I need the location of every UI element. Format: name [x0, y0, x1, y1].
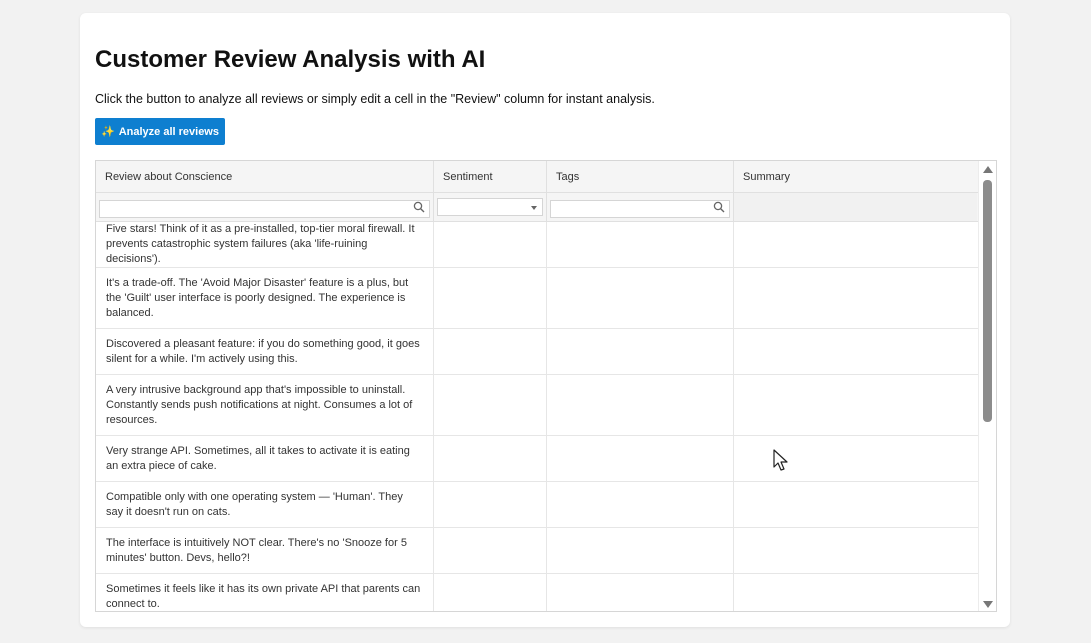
tags-cell[interactable]	[547, 482, 734, 527]
summary-cell[interactable]	[734, 329, 977, 374]
table-row: A very intrusive background app that's i…	[96, 375, 996, 436]
review-cell[interactable]: Compatible only with one operating syste…	[96, 482, 434, 527]
sentiment-cell[interactable]	[434, 375, 547, 435]
review-cell[interactable]: Sometimes it feels like it has its own p…	[96, 574, 434, 611]
summary-cell[interactable]	[734, 268, 977, 328]
summary-cell[interactable]	[734, 574, 977, 611]
analyze-all-reviews-button[interactable]: ✨ Analyze all reviews	[95, 118, 225, 145]
sentiment-cell[interactable]	[434, 329, 547, 374]
scroll-up-arrow-icon[interactable]	[983, 166, 993, 173]
tags-cell[interactable]	[547, 436, 734, 481]
tags-cell[interactable]	[547, 222, 734, 267]
search-icon	[713, 201, 725, 213]
table-row: Sometimes it feels like it has its own p…	[96, 574, 996, 611]
tags-cell[interactable]	[547, 329, 734, 374]
grid-header-row: Review about Conscience Sentiment Tags S…	[96, 161, 996, 193]
summary-cell[interactable]	[734, 222, 977, 267]
sentiment-cell[interactable]	[434, 268, 547, 328]
sentiment-cell[interactable]	[434, 482, 547, 527]
column-header-review[interactable]: Review about Conscience	[96, 161, 434, 192]
chevron-down-icon	[531, 206, 537, 210]
summary-cell[interactable]	[734, 528, 977, 573]
sentiment-filter-select[interactable]	[437, 198, 543, 216]
main-card: Customer Review Analysis with AI Click t…	[80, 13, 1010, 627]
sentiment-cell[interactable]	[434, 574, 547, 611]
table-row: The interface is intuitively NOT clear. …	[96, 528, 996, 574]
review-filter-input[interactable]	[99, 199, 430, 218]
column-header-tags[interactable]: Tags	[547, 161, 734, 192]
tags-cell[interactable]	[547, 268, 734, 328]
column-header-summary[interactable]: Summary	[734, 161, 977, 192]
review-cell[interactable]: A very intrusive background app that's i…	[96, 375, 434, 435]
grid-filter-row	[96, 193, 996, 222]
table-row: Compatible only with one operating syste…	[96, 482, 996, 528]
reviews-grid: Review about Conscience Sentiment Tags S…	[95, 160, 997, 612]
table-row: It's a trade-off. The 'Avoid Major Disas…	[96, 268, 996, 329]
review-cell[interactable]: Five stars! Think of it as a pre-install…	[96, 222, 434, 267]
tags-cell[interactable]	[547, 528, 734, 573]
review-cell[interactable]: The interface is intuitively NOT clear. …	[96, 528, 434, 573]
tags-cell[interactable]	[547, 375, 734, 435]
summary-cell[interactable]	[734, 482, 977, 527]
vertical-scrollbar[interactable]	[978, 161, 996, 611]
table-row: Very strange API. Sometimes, all it take…	[96, 436, 996, 482]
tags-cell[interactable]	[547, 574, 734, 611]
grid-body: Five stars! Think of it as a pre-install…	[96, 222, 996, 611]
tags-filter-cell	[547, 193, 734, 221]
scroll-down-arrow-icon[interactable]	[983, 601, 993, 608]
page-title: Customer Review Analysis with AI	[95, 46, 486, 73]
summary-cell[interactable]	[734, 375, 977, 435]
search-icon	[413, 201, 425, 213]
table-row: Five stars! Think of it as a pre-install…	[96, 222, 996, 268]
analyze-button-label: Analyze all reviews	[118, 125, 219, 138]
review-cell[interactable]: It's a trade-off. The 'Avoid Major Disas…	[96, 268, 434, 328]
sentiment-cell[interactable]	[434, 436, 547, 481]
mouse-cursor-icon	[773, 449, 788, 471]
sparkles-icon: ✨	[101, 126, 115, 138]
summary-filter-cell	[734, 193, 977, 221]
summary-cell[interactable]	[734, 436, 977, 481]
review-cell[interactable]: Very strange API. Sometimes, all it take…	[96, 436, 434, 481]
review-filter-cell	[96, 193, 434, 221]
tags-filter-input[interactable]	[550, 199, 730, 218]
sentiment-cell[interactable]	[434, 222, 547, 267]
column-header-sentiment[interactable]: Sentiment	[434, 161, 547, 192]
table-row: Discovered a pleasant feature: if you do…	[96, 329, 996, 375]
review-cell[interactable]: Discovered a pleasant feature: if you do…	[96, 329, 434, 374]
page-description: Click the button to analyze all reviews …	[95, 92, 655, 106]
sentiment-cell[interactable]	[434, 528, 547, 573]
scrollbar-thumb[interactable]	[983, 180, 992, 422]
sentiment-filter-cell	[434, 193, 547, 221]
